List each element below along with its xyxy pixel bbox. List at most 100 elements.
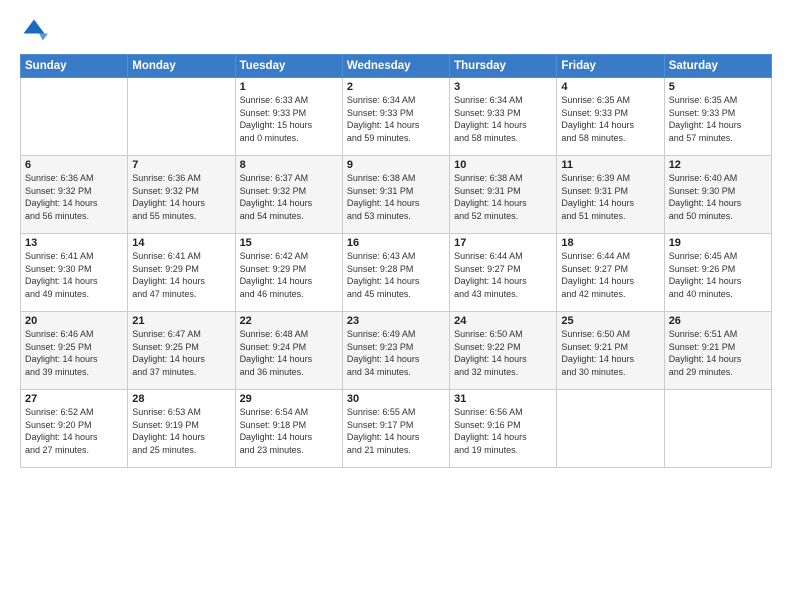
day-number: 2: [347, 81, 445, 93]
calendar-cell: 14Sunrise: 6:41 AM Sunset: 9:29 PM Dayli…: [128, 234, 235, 312]
day-number: 4: [561, 81, 659, 93]
calendar-cell: 11Sunrise: 6:39 AM Sunset: 9:31 PM Dayli…: [557, 156, 664, 234]
day-number: 26: [669, 315, 767, 327]
calendar-week-row: 13Sunrise: 6:41 AM Sunset: 9:30 PM Dayli…: [21, 234, 772, 312]
day-number: 21: [132, 315, 230, 327]
calendar-cell: 23Sunrise: 6:49 AM Sunset: 9:23 PM Dayli…: [342, 312, 449, 390]
calendar-cell: 10Sunrise: 6:38 AM Sunset: 9:31 PM Dayli…: [450, 156, 557, 234]
calendar-cell: 7Sunrise: 6:36 AM Sunset: 9:32 PM Daylig…: [128, 156, 235, 234]
calendar-cell: 28Sunrise: 6:53 AM Sunset: 9:19 PM Dayli…: [128, 390, 235, 468]
day-number: 3: [454, 81, 552, 93]
day-info: Sunrise: 6:34 AM Sunset: 9:33 PM Dayligh…: [454, 94, 552, 144]
day-info: Sunrise: 6:46 AM Sunset: 9:25 PM Dayligh…: [25, 328, 123, 378]
day-info: Sunrise: 6:35 AM Sunset: 9:33 PM Dayligh…: [669, 94, 767, 144]
calendar-cell: 26Sunrise: 6:51 AM Sunset: 9:21 PM Dayli…: [664, 312, 771, 390]
day-info: Sunrise: 6:42 AM Sunset: 9:29 PM Dayligh…: [240, 250, 338, 300]
day-number: 8: [240, 159, 338, 171]
day-info: Sunrise: 6:38 AM Sunset: 9:31 PM Dayligh…: [347, 172, 445, 222]
calendar-cell: [128, 78, 235, 156]
day-info: Sunrise: 6:33 AM Sunset: 9:33 PM Dayligh…: [240, 94, 338, 144]
calendar-cell: 17Sunrise: 6:44 AM Sunset: 9:27 PM Dayli…: [450, 234, 557, 312]
day-number: 17: [454, 237, 552, 249]
day-info: Sunrise: 6:44 AM Sunset: 9:27 PM Dayligh…: [454, 250, 552, 300]
day-info: Sunrise: 6:43 AM Sunset: 9:28 PM Dayligh…: [347, 250, 445, 300]
calendar: SundayMondayTuesdayWednesdayThursdayFrid…: [20, 54, 772, 468]
calendar-cell: 30Sunrise: 6:55 AM Sunset: 9:17 PM Dayli…: [342, 390, 449, 468]
day-info: Sunrise: 6:52 AM Sunset: 9:20 PM Dayligh…: [25, 406, 123, 456]
calendar-cell: [21, 78, 128, 156]
day-info: Sunrise: 6:53 AM Sunset: 9:19 PM Dayligh…: [132, 406, 230, 456]
calendar-cell: 31Sunrise: 6:56 AM Sunset: 9:16 PM Dayli…: [450, 390, 557, 468]
day-info: Sunrise: 6:49 AM Sunset: 9:23 PM Dayligh…: [347, 328, 445, 378]
day-info: Sunrise: 6:51 AM Sunset: 9:21 PM Dayligh…: [669, 328, 767, 378]
calendar-cell: 25Sunrise: 6:50 AM Sunset: 9:21 PM Dayli…: [557, 312, 664, 390]
calendar-week-row: 20Sunrise: 6:46 AM Sunset: 9:25 PM Dayli…: [21, 312, 772, 390]
weekday-header: Friday: [557, 55, 664, 78]
calendar-cell: 27Sunrise: 6:52 AM Sunset: 9:20 PM Dayli…: [21, 390, 128, 468]
day-info: Sunrise: 6:38 AM Sunset: 9:31 PM Dayligh…: [454, 172, 552, 222]
day-info: Sunrise: 6:45 AM Sunset: 9:26 PM Dayligh…: [669, 250, 767, 300]
day-info: Sunrise: 6:39 AM Sunset: 9:31 PM Dayligh…: [561, 172, 659, 222]
day-info: Sunrise: 6:56 AM Sunset: 9:16 PM Dayligh…: [454, 406, 552, 456]
day-number: 29: [240, 393, 338, 405]
day-number: 12: [669, 159, 767, 171]
calendar-cell: 21Sunrise: 6:47 AM Sunset: 9:25 PM Dayli…: [128, 312, 235, 390]
day-number: 16: [347, 237, 445, 249]
weekday-header: Sunday: [21, 55, 128, 78]
calendar-cell: 18Sunrise: 6:44 AM Sunset: 9:27 PM Dayli…: [557, 234, 664, 312]
day-info: Sunrise: 6:37 AM Sunset: 9:32 PM Dayligh…: [240, 172, 338, 222]
day-info: Sunrise: 6:44 AM Sunset: 9:27 PM Dayligh…: [561, 250, 659, 300]
calendar-cell: 22Sunrise: 6:48 AM Sunset: 9:24 PM Dayli…: [235, 312, 342, 390]
calendar-week-row: 1Sunrise: 6:33 AM Sunset: 9:33 PM Daylig…: [21, 78, 772, 156]
weekday-header: Tuesday: [235, 55, 342, 78]
calendar-cell: 4Sunrise: 6:35 AM Sunset: 9:33 PM Daylig…: [557, 78, 664, 156]
day-number: 27: [25, 393, 123, 405]
calendar-week-row: 27Sunrise: 6:52 AM Sunset: 9:20 PM Dayli…: [21, 390, 772, 468]
page: SundayMondayTuesdayWednesdayThursdayFrid…: [0, 0, 792, 612]
day-number: 7: [132, 159, 230, 171]
day-info: Sunrise: 6:50 AM Sunset: 9:22 PM Dayligh…: [454, 328, 552, 378]
day-info: Sunrise: 6:36 AM Sunset: 9:32 PM Dayligh…: [132, 172, 230, 222]
weekday-header: Thursday: [450, 55, 557, 78]
calendar-cell: 5Sunrise: 6:35 AM Sunset: 9:33 PM Daylig…: [664, 78, 771, 156]
day-info: Sunrise: 6:41 AM Sunset: 9:29 PM Dayligh…: [132, 250, 230, 300]
day-number: 19: [669, 237, 767, 249]
day-info: Sunrise: 6:35 AM Sunset: 9:33 PM Dayligh…: [561, 94, 659, 144]
calendar-cell: 1Sunrise: 6:33 AM Sunset: 9:33 PM Daylig…: [235, 78, 342, 156]
calendar-week-row: 6Sunrise: 6:36 AM Sunset: 9:32 PM Daylig…: [21, 156, 772, 234]
day-number: 6: [25, 159, 123, 171]
day-number: 28: [132, 393, 230, 405]
day-info: Sunrise: 6:47 AM Sunset: 9:25 PM Dayligh…: [132, 328, 230, 378]
day-number: 30: [347, 393, 445, 405]
calendar-cell: 16Sunrise: 6:43 AM Sunset: 9:28 PM Dayli…: [342, 234, 449, 312]
calendar-cell: 2Sunrise: 6:34 AM Sunset: 9:33 PM Daylig…: [342, 78, 449, 156]
calendar-cell: 19Sunrise: 6:45 AM Sunset: 9:26 PM Dayli…: [664, 234, 771, 312]
day-number: 5: [669, 81, 767, 93]
weekday-header: Saturday: [664, 55, 771, 78]
day-info: Sunrise: 6:54 AM Sunset: 9:18 PM Dayligh…: [240, 406, 338, 456]
day-number: 1: [240, 81, 338, 93]
calendar-cell: 8Sunrise: 6:37 AM Sunset: 9:32 PM Daylig…: [235, 156, 342, 234]
day-number: 31: [454, 393, 552, 405]
calendar-cell: [557, 390, 664, 468]
day-info: Sunrise: 6:55 AM Sunset: 9:17 PM Dayligh…: [347, 406, 445, 456]
weekday-header: Monday: [128, 55, 235, 78]
day-number: 15: [240, 237, 338, 249]
day-number: 9: [347, 159, 445, 171]
day-info: Sunrise: 6:48 AM Sunset: 9:24 PM Dayligh…: [240, 328, 338, 378]
day-number: 23: [347, 315, 445, 327]
weekday-header: Wednesday: [342, 55, 449, 78]
day-number: 14: [132, 237, 230, 249]
day-info: Sunrise: 6:34 AM Sunset: 9:33 PM Dayligh…: [347, 94, 445, 144]
weekday-header-row: SundayMondayTuesdayWednesdayThursdayFrid…: [21, 55, 772, 78]
day-number: 25: [561, 315, 659, 327]
day-number: 11: [561, 159, 659, 171]
day-info: Sunrise: 6:36 AM Sunset: 9:32 PM Dayligh…: [25, 172, 123, 222]
day-number: 20: [25, 315, 123, 327]
day-info: Sunrise: 6:41 AM Sunset: 9:30 PM Dayligh…: [25, 250, 123, 300]
calendar-cell: 15Sunrise: 6:42 AM Sunset: 9:29 PM Dayli…: [235, 234, 342, 312]
calendar-cell: 9Sunrise: 6:38 AM Sunset: 9:31 PM Daylig…: [342, 156, 449, 234]
calendar-cell: [664, 390, 771, 468]
calendar-cell: 24Sunrise: 6:50 AM Sunset: 9:22 PM Dayli…: [450, 312, 557, 390]
day-number: 22: [240, 315, 338, 327]
